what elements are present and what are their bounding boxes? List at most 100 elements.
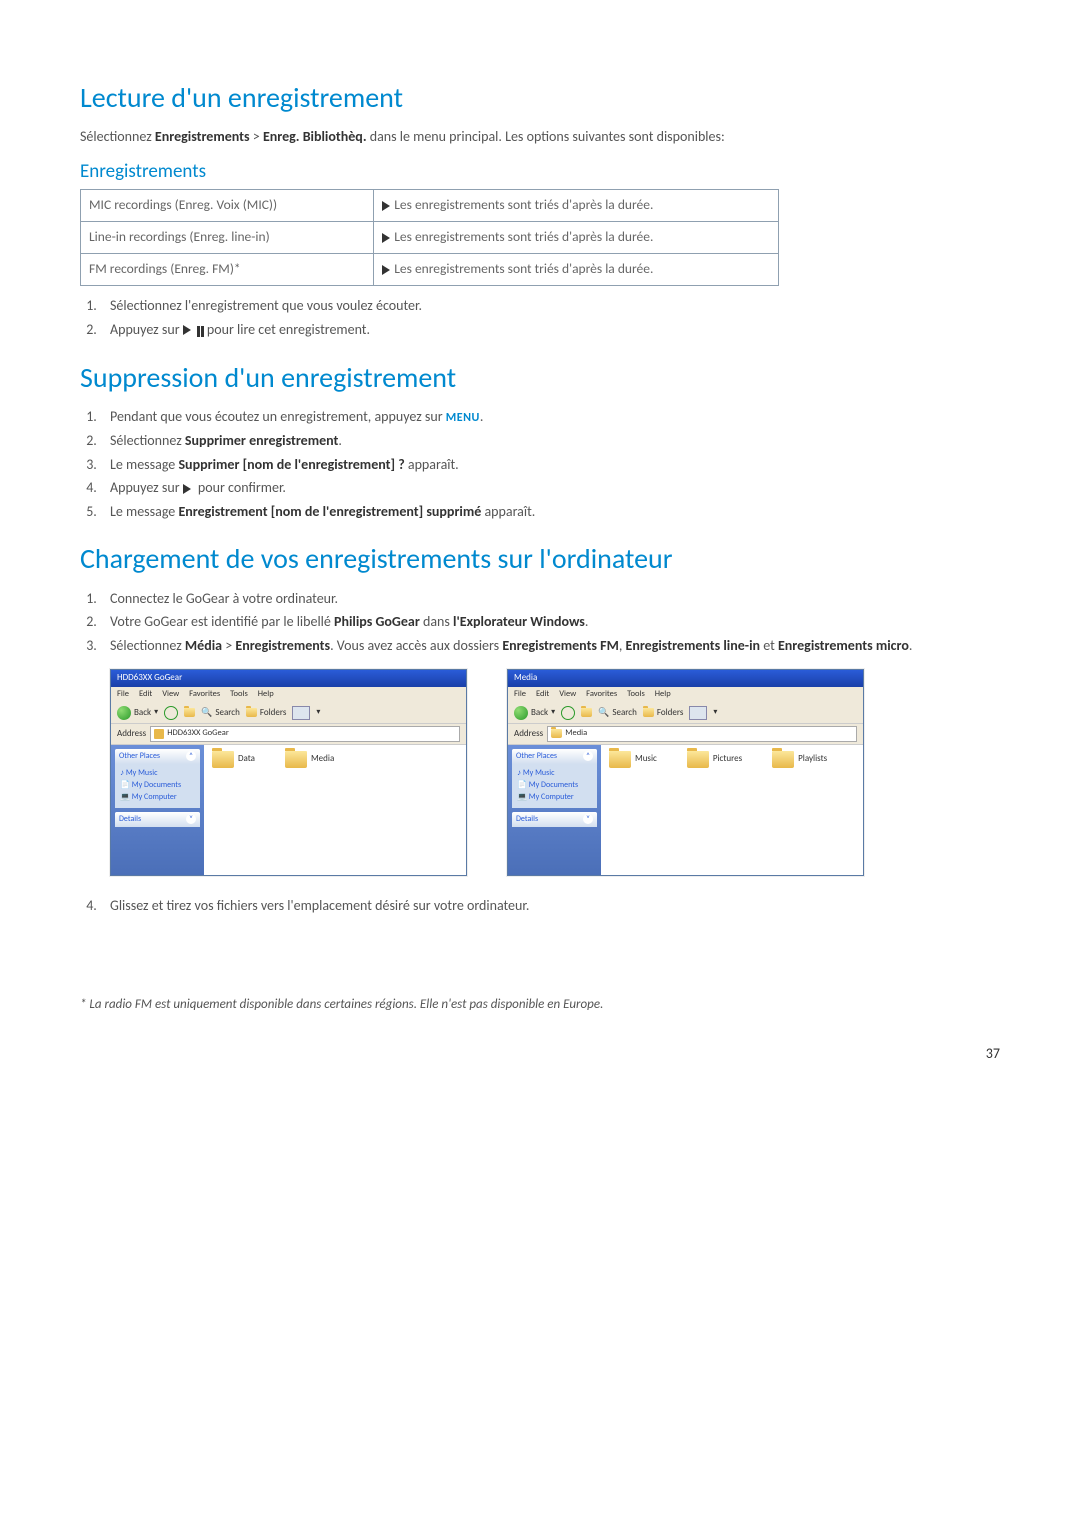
- menu-favorites[interactable]: Favorites: [586, 689, 617, 699]
- back-button[interactable]: Back ▾: [117, 706, 158, 720]
- folder-icon: [212, 751, 234, 768]
- menu-edit[interactable]: Edit: [139, 689, 152, 699]
- menu-tools[interactable]: Tools: [230, 689, 248, 699]
- label: Search: [215, 707, 239, 720]
- panel-details: Details ˅: [115, 812, 200, 827]
- panel-title: Details: [119, 814, 141, 825]
- toolbar: Back ▾ 🔍 Search Folders ▾: [508, 703, 863, 724]
- text-bold: Enregistrement [nom de l'enregistrement]…: [178, 503, 481, 520]
- link-my-computer[interactable]: 💻 My Computer: [120, 792, 195, 803]
- pause-icon: [196, 321, 204, 341]
- link-my-documents[interactable]: 📄 My Documents: [517, 780, 592, 791]
- text: et: [763, 637, 778, 654]
- folder-playlists[interactable]: Playlists: [772, 751, 827, 768]
- heading-suppression: Suppression d'un enregistrement: [80, 358, 1000, 397]
- forward-button[interactable]: [164, 706, 178, 720]
- folder-icon: [687, 751, 709, 768]
- address-label: Address: [514, 728, 543, 741]
- play-icon: [382, 265, 390, 275]
- cell: MIC recordings (Enreg. Voix (MIC)): [81, 190, 374, 222]
- list-item: Glissez et tirez vos fichiers vers l'emp…: [100, 896, 1000, 916]
- label: Folders: [260, 707, 287, 720]
- search-button[interactable]: 🔍 Search: [201, 707, 240, 720]
- play-icon: [183, 325, 191, 335]
- menu-view[interactable]: View: [559, 689, 576, 699]
- page-number: 37: [80, 1044, 1000, 1064]
- steps-chargement-continued: Glissez et tirez vos fichiers vers l'emp…: [100, 896, 1000, 916]
- play-icon: [382, 233, 390, 243]
- text-bold: l'Explorateur Windows: [453, 613, 585, 630]
- text: apparaît.: [484, 503, 535, 520]
- text: >: [225, 637, 235, 654]
- menu-favorites[interactable]: Favorites: [189, 689, 220, 699]
- menu-edit[interactable]: Edit: [536, 689, 549, 699]
- text: apparaît.: [408, 456, 459, 473]
- link-my-music[interactable]: ♪ My Music: [120, 768, 195, 779]
- text: pour confirmer.: [198, 479, 286, 496]
- address-input[interactable]: HDD63XX GoGear: [150, 726, 460, 742]
- collapse-icon[interactable]: ˄: [583, 751, 593, 761]
- up-button[interactable]: [184, 708, 195, 717]
- folder-label: Media: [311, 753, 334, 766]
- collapse-icon[interactable]: ˄: [186, 751, 196, 761]
- search-button[interactable]: 🔍 Search: [598, 707, 637, 720]
- address-input[interactable]: Media: [547, 726, 857, 742]
- list-item: Appuyez sur pour confirmer.: [100, 478, 1000, 498]
- up-button[interactable]: [581, 708, 592, 717]
- menu-file[interactable]: File: [514, 689, 526, 699]
- steps-chargement: Connectez le GoGear à votre ordinateur. …: [100, 589, 1000, 656]
- cell: Les enregistrements sont triés d'après l…: [374, 190, 779, 222]
- cell: Les enregistrements sont triés d'après l…: [374, 254, 779, 286]
- menu-tools[interactable]: Tools: [627, 689, 645, 699]
- text: Sélectionnez: [110, 637, 185, 654]
- back-icon: [514, 706, 528, 720]
- list-item: Appuyez sur pour lire cet enregistrement…: [100, 320, 1000, 340]
- subheading-enregistrements: Enregistrements: [80, 159, 1000, 186]
- list-item: Le message Enregistrement [nom de l'enre…: [100, 502, 1000, 522]
- text: pour lire cet enregistrement.: [207, 321, 370, 338]
- list-item: Sélectionnez Média > Enregistrements. Vo…: [100, 636, 1000, 656]
- folders-button[interactable]: Folders: [246, 707, 287, 720]
- menu-view[interactable]: View: [162, 689, 179, 699]
- text-bold: Enregistrements line-in: [626, 637, 761, 654]
- folder-icon: [772, 751, 794, 768]
- list-item: Pendant que vous écoutez un enregistreme…: [100, 407, 1000, 427]
- text: Les enregistrements sont triés d'après l…: [394, 196, 653, 213]
- folder-pictures[interactable]: Pictures: [687, 751, 742, 768]
- folder-icon: [285, 751, 307, 768]
- text: Votre GoGear est identifié par le libell…: [110, 613, 334, 630]
- forward-icon: [164, 706, 178, 720]
- forward-icon: [561, 706, 575, 720]
- forward-button[interactable]: [561, 706, 575, 720]
- folder-media[interactable]: Media: [285, 751, 334, 768]
- explorer-window-media: Media File Edit View Favorites Tools Hel…: [507, 669, 864, 876]
- expand-icon[interactable]: ˅: [583, 814, 593, 824]
- menu-file[interactable]: File: [117, 689, 129, 699]
- folder-data[interactable]: Data: [212, 751, 255, 768]
- text: Le message: [110, 503, 178, 520]
- folder-music[interactable]: Music: [609, 751, 657, 768]
- link-my-computer[interactable]: 💻 My Computer: [517, 792, 592, 803]
- expand-icon[interactable]: ˅: [186, 814, 196, 824]
- folder-label: Music: [635, 753, 657, 766]
- text: Les enregistrements sont triés d'après l…: [394, 228, 653, 245]
- back-button[interactable]: Back ▾: [514, 706, 555, 720]
- folder-label: Data: [238, 753, 255, 766]
- titlebar: HDD63XX GoGear: [111, 670, 466, 687]
- toolbar: Back ▾ 🔍 Search Folders ▾: [111, 703, 466, 724]
- folder-icon: [551, 729, 562, 738]
- task-pane: Other Places˄ ♪ My Music 📄 My Documents …: [111, 745, 204, 876]
- folders-button[interactable]: Folders: [643, 707, 684, 720]
- panel-other-places: Other Places˄ ♪ My Music 📄 My Documents …: [115, 749, 200, 808]
- list-item: Votre GoGear est identifié par le libell…: [100, 612, 1000, 632]
- link-my-music[interactable]: ♪ My Music: [517, 768, 592, 779]
- text: dans le menu principal. Les options suiv…: [370, 128, 725, 145]
- views-button[interactable]: [292, 706, 310, 720]
- menu-help[interactable]: Help: [655, 689, 671, 699]
- list-item: Le message Supprimer [nom de l'enregistr…: [100, 455, 1000, 475]
- menu-help[interactable]: Help: [258, 689, 274, 699]
- link-my-documents[interactable]: 📄 My Documents: [120, 780, 195, 791]
- cell: Line-in recordings (Enreg. line-in): [81, 222, 374, 254]
- views-button[interactable]: [689, 706, 707, 720]
- menubar: File Edit View Favorites Tools Help: [111, 687, 466, 703]
